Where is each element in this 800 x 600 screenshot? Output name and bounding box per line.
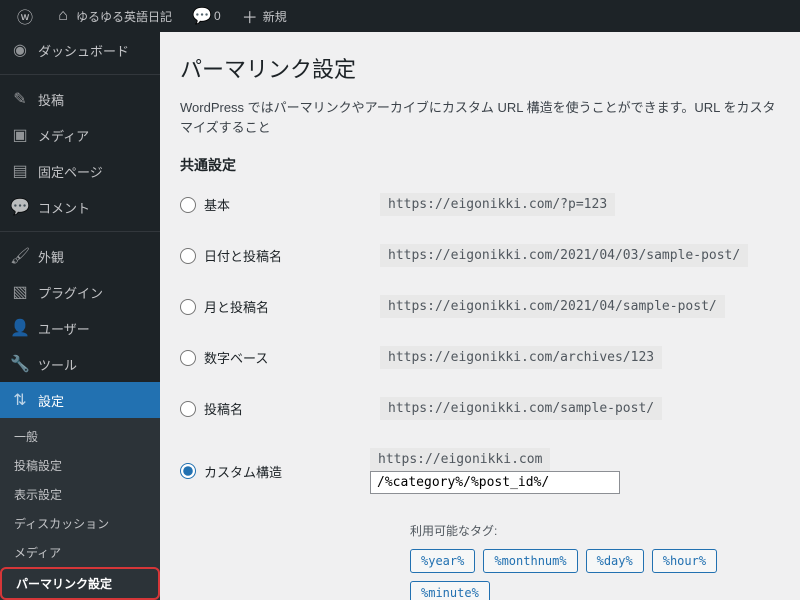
- submenu-item-permalinks[interactable]: パーマリンク設定: [0, 567, 160, 600]
- radio-month-name[interactable]: 月と投稿名: [180, 297, 360, 316]
- option-label: 数字ベース: [204, 348, 268, 367]
- custom-prefix: https://eigonikki.com: [370, 448, 550, 471]
- sidebar-item-plugins[interactable]: ▧ プラグイン: [0, 274, 160, 310]
- url-example: https://eigonikki.com/2021/04/03/sample-…: [380, 244, 748, 267]
- permalink-option-plain: 基本 https://eigonikki.com/?p=123: [180, 193, 780, 216]
- submenu-item-media[interactable]: メディア: [0, 538, 160, 567]
- submenu-item-discussion[interactable]: ディスカッション: [0, 509, 160, 538]
- brush-icon: 🖌: [10, 246, 30, 266]
- option-label: 投稿名: [204, 399, 243, 418]
- menu-separator: [0, 231, 160, 232]
- sidebar-item-media[interactable]: ▣ メディア: [0, 117, 160, 153]
- tag-button-minute[interactable]: %minute%: [410, 581, 490, 600]
- url-example: https://eigonikki.com/2021/04/sample-pos…: [380, 295, 725, 318]
- sidebar-item-label: 投稿: [38, 90, 64, 109]
- sidebar-item-appearance[interactable]: 🖌 外観: [0, 238, 160, 274]
- tag-button-year[interactable]: %year%: [410, 549, 475, 573]
- comment-icon: 💬: [192, 6, 210, 26]
- settings-icon: ⇅: [10, 390, 30, 410]
- permalink-option-month-name: 月と投稿名 https://eigonikki.com/2021/04/samp…: [180, 295, 780, 318]
- sidebar-item-label: 外観: [38, 247, 64, 266]
- radio-numeric[interactable]: 数字ベース: [180, 348, 360, 367]
- url-example: https://eigonikki.com/sample-post/: [380, 397, 662, 420]
- media-icon: ▣: [10, 125, 30, 145]
- radio-plain[interactable]: 基本: [180, 195, 360, 214]
- user-icon: 👤: [10, 318, 30, 338]
- permalink-option-numeric: 数字ベース https://eigonikki.com/archives/123: [180, 346, 780, 369]
- sidebar-item-label: プラグイン: [38, 283, 103, 302]
- sidebar-item-label: 固定ページ: [38, 162, 103, 181]
- admin-toolbar: ⓦ ⌂ ゆるゆる英語日記 💬 0 ＋ 新規: [0, 0, 800, 32]
- radio-input-month-name[interactable]: [180, 299, 196, 315]
- radio-input-post-name[interactable]: [180, 401, 196, 417]
- available-tags: %year% %monthnum% %day% %hour% %minute%: [410, 549, 780, 600]
- pin-icon: ✎: [10, 89, 30, 109]
- comments-count: 0: [214, 9, 221, 23]
- sidebar-item-label: コメント: [38, 198, 90, 217]
- plugin-icon: ▧: [10, 282, 30, 302]
- site-name-link[interactable]: ⌂ ゆるゆる英語日記: [46, 0, 180, 32]
- wrench-icon: 🔧: [10, 354, 30, 374]
- section-title: 共通設定: [180, 155, 780, 175]
- radio-input-plain[interactable]: [180, 197, 196, 213]
- option-label: 日付と投稿名: [204, 246, 282, 265]
- tag-button-hour[interactable]: %hour%: [652, 549, 717, 573]
- option-label: 基本: [204, 195, 230, 214]
- page-icon: ▤: [10, 161, 30, 181]
- sidebar-item-dashboard[interactable]: ◉ ダッシュボード: [0, 32, 160, 68]
- submenu-item-writing[interactable]: 投稿設定: [0, 451, 160, 480]
- tag-button-monthnum[interactable]: %monthnum%: [483, 549, 577, 573]
- option-label: 月と投稿名: [204, 297, 269, 316]
- url-example: https://eigonikki.com/?p=123: [380, 193, 615, 216]
- plus-icon: ＋: [241, 4, 259, 28]
- site-name-label: ゆるゆる英語日記: [76, 8, 172, 25]
- sidebar-item-label: ツール: [38, 355, 77, 374]
- sidebar-item-users[interactable]: 👤 ユーザー: [0, 310, 160, 346]
- sidebar-item-tools[interactable]: 🔧 ツール: [0, 346, 160, 382]
- settings-submenu: 一般 投稿設定 表示設定 ディスカッション メディア パーマリンク設定 プライバ…: [0, 418, 160, 600]
- home-icon: ⌂: [54, 7, 72, 25]
- submenu-item-reading[interactable]: 表示設定: [0, 480, 160, 509]
- permalink-option-day-name: 日付と投稿名 https://eigonikki.com/2021/04/03/…: [180, 244, 780, 267]
- radio-input-custom[interactable]: [180, 463, 196, 479]
- custom-structure-input[interactable]: [370, 471, 620, 494]
- sidebar-item-settings[interactable]: ⇅ 設定: [0, 382, 160, 418]
- sidebar-item-label: ダッシュボード: [38, 41, 129, 60]
- submenu-item-general[interactable]: 一般: [0, 422, 160, 451]
- sidebar-item-posts[interactable]: ✎ 投稿: [0, 81, 160, 117]
- sidebar-item-comments[interactable]: 💬 コメント: [0, 189, 160, 225]
- new-label: 新規: [263, 8, 287, 25]
- radio-day-name[interactable]: 日付と投稿名: [180, 246, 360, 265]
- sidebar-item-label: 設定: [38, 391, 64, 410]
- new-content-link[interactable]: ＋ 新規: [233, 0, 295, 32]
- admin-sidebar: ◉ ダッシュボード ✎ 投稿 ▣ メディア ▤ 固定ページ 💬 コメント 🖌 外…: [0, 32, 160, 600]
- sidebar-item-pages[interactable]: ▤ 固定ページ: [0, 153, 160, 189]
- available-tags-label: 利用可能なタグ:: [410, 522, 780, 539]
- comments-link[interactable]: 💬 0: [184, 0, 229, 32]
- comment-icon: 💬: [10, 197, 30, 217]
- permalink-option-post-name: 投稿名 https://eigonikki.com/sample-post/: [180, 397, 780, 420]
- radio-post-name[interactable]: 投稿名: [180, 399, 360, 418]
- page-title: パーマリンク設定: [180, 52, 780, 84]
- wordpress-logo-menu[interactable]: ⓦ: [8, 0, 42, 32]
- sidebar-item-label: ユーザー: [38, 319, 90, 338]
- permalink-option-custom: カスタム構造 https://eigonikki.com: [180, 448, 780, 494]
- sidebar-item-label: メディア: [38, 126, 89, 145]
- radio-input-numeric[interactable]: [180, 350, 196, 366]
- dashboard-icon: ◉: [10, 40, 30, 60]
- radio-input-day-name[interactable]: [180, 248, 196, 264]
- wordpress-logo-icon: ⓦ: [16, 4, 34, 28]
- menu-separator: [0, 74, 160, 75]
- radio-custom[interactable]: カスタム構造: [180, 462, 350, 481]
- tag-button-day[interactable]: %day%: [586, 549, 644, 573]
- main-content: パーマリンク設定 WordPress ではパーマリンクやアーカイブにカスタム U…: [160, 32, 800, 600]
- url-example: https://eigonikki.com/archives/123: [380, 346, 662, 369]
- option-label: カスタム構造: [204, 462, 282, 481]
- page-description: WordPress ではパーマリンクやアーカイブにカスタム URL 構造を使うこ…: [180, 98, 780, 137]
